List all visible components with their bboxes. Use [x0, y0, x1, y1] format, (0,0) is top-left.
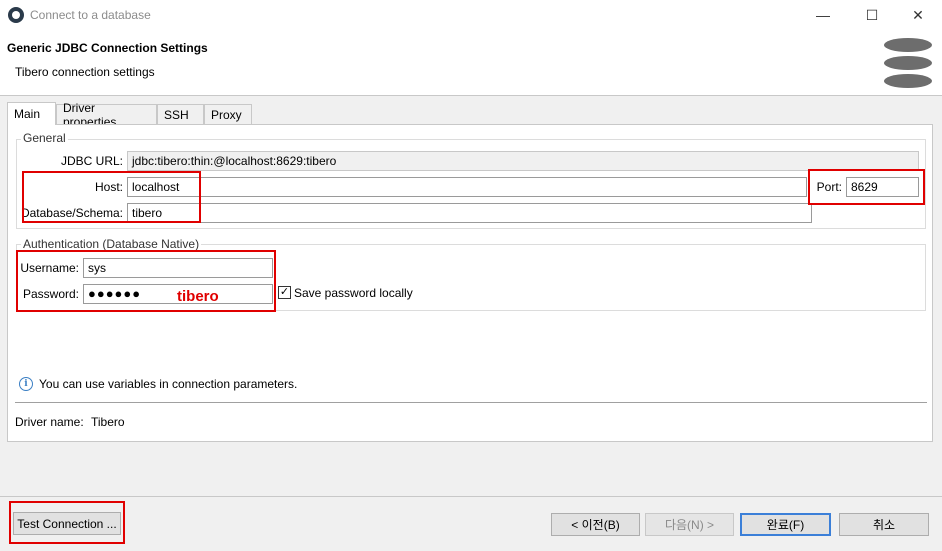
host-input[interactable]: localhost	[127, 177, 807, 197]
tab-ssh[interactable]: SSH	[157, 104, 204, 125]
window-title: Connect to a database	[30, 8, 151, 22]
info-icon: i	[19, 377, 33, 391]
maximize-button[interactable]: ☐	[849, 0, 895, 30]
minimize-icon: —	[816, 7, 830, 23]
tab-driver-properties[interactable]: Driver properties	[56, 101, 157, 129]
database-icon	[884, 38, 932, 90]
page-title: Generic JDBC Connection Settings	[7, 41, 208, 55]
footer-separator	[0, 496, 942, 497]
tab-proxy[interactable]: Proxy	[204, 104, 252, 125]
database-schema-input[interactable]: tibero	[127, 203, 812, 223]
driver-name-value: Tibero	[91, 415, 125, 429]
checkmark-icon: ✓	[279, 286, 290, 298]
close-icon: ✕	[912, 6, 924, 23]
back-button[interactable]: < 이전(B)	[551, 513, 640, 536]
tab-main[interactable]: Main	[7, 102, 56, 125]
next-button[interactable]: 다음(N) >	[645, 513, 734, 536]
page-subtitle: Tibero connection settings	[15, 65, 155, 79]
jdbc-url-label: JDBC URL:	[60, 154, 123, 168]
save-password-label: Save password locally	[294, 286, 413, 300]
general-group-label: General	[21, 131, 68, 145]
header-banner: Generic JDBC Connection Settings Tibero …	[0, 30, 942, 96]
app-icon	[8, 7, 24, 23]
driver-separator	[15, 402, 927, 403]
save-password-checkbox[interactable]: ✓	[278, 286, 291, 299]
authentication-group-label: Authentication (Database Native)	[21, 237, 202, 251]
port-highlight	[808, 169, 925, 205]
host-database-highlight	[22, 171, 201, 223]
credentials-highlight	[16, 250, 276, 312]
finish-button[interactable]: 완료(F)	[740, 513, 831, 536]
cancel-button[interactable]: 취소	[839, 513, 929, 536]
test-connection-button[interactable]: Test Connection ...	[13, 512, 121, 535]
info-text: You can use variables in connection para…	[39, 377, 298, 391]
minimize-button[interactable]: —	[800, 0, 846, 30]
jdbc-url-field[interactable]: jdbc:tibero:thin:@localhost:8629:tibero	[127, 151, 919, 171]
maximize-icon: ☐	[865, 6, 879, 23]
driver-name-label: Driver name:	[15, 415, 84, 429]
close-button[interactable]: ✕	[895, 0, 941, 30]
